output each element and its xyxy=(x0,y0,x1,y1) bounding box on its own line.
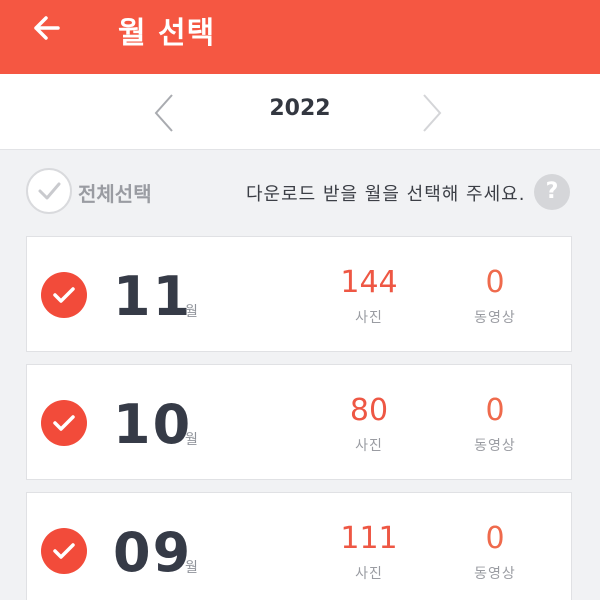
month-checkbox[interactable] xyxy=(41,528,87,574)
checkmark-icon xyxy=(53,543,75,559)
next-year-button[interactable] xyxy=(414,91,448,135)
month-number: 10 xyxy=(113,393,193,456)
photo-count: 144 xyxy=(340,265,398,300)
photo-count: 80 xyxy=(349,393,389,428)
chevron-left-icon xyxy=(154,94,173,132)
app-header: 월 선택 xyxy=(0,0,600,74)
guide-text: 다운로드 받을 월을 선택해 주세요. xyxy=(246,184,526,205)
year-label: 2022 xyxy=(269,96,331,121)
help-button[interactable]: ? xyxy=(534,174,570,210)
video-label: 동영상 xyxy=(474,438,516,454)
chevron-right-icon xyxy=(423,94,442,132)
photo-count: 111 xyxy=(340,521,398,556)
video-label: 동영상 xyxy=(474,566,516,582)
previous-year-button[interactable] xyxy=(148,91,182,135)
photo-stat: 111 사진 xyxy=(319,521,419,583)
video-stat: 0 동영상 xyxy=(445,393,545,455)
video-count: 0 xyxy=(485,265,505,300)
month-card-09[interactable]: 09 월 111 사진 0 동영상 xyxy=(26,492,572,600)
video-label: 동영상 xyxy=(474,310,516,326)
photo-label: 사진 xyxy=(355,310,383,326)
month-card-11[interactable]: 11 월 144 사진 0 동영상 xyxy=(26,236,572,352)
photo-label: 사진 xyxy=(355,566,383,582)
month-unit: 월 xyxy=(185,560,198,576)
photo-label: 사진 xyxy=(355,438,383,454)
page-title: 월 선택 xyxy=(118,16,216,51)
month-unit: 월 xyxy=(185,432,198,448)
back-button[interactable] xyxy=(28,12,68,44)
month-number: 11 xyxy=(113,265,193,328)
month-card-10[interactable]: 10 월 80 사진 0 동영상 xyxy=(26,364,572,480)
video-count: 0 xyxy=(485,393,505,428)
month-checkbox[interactable] xyxy=(41,400,87,446)
checkmark-icon xyxy=(38,182,61,200)
photo-stat: 80 사진 xyxy=(319,393,419,455)
video-stat: 0 동영상 xyxy=(445,265,545,327)
year-navigator: 2022 xyxy=(0,74,600,150)
video-count: 0 xyxy=(485,521,505,556)
select-all-checkbox[interactable] xyxy=(26,168,72,214)
checkmark-icon xyxy=(53,287,75,303)
month-checkbox[interactable] xyxy=(41,272,87,318)
photo-stat: 144 사진 xyxy=(319,265,419,327)
select-all-label: 전체선택 xyxy=(78,182,152,206)
checkmark-icon xyxy=(53,415,75,431)
arrow-left-icon xyxy=(34,16,60,40)
video-stat: 0 동영상 xyxy=(445,521,545,583)
month-unit: 월 xyxy=(185,304,198,320)
month-number: 09 xyxy=(113,521,193,584)
